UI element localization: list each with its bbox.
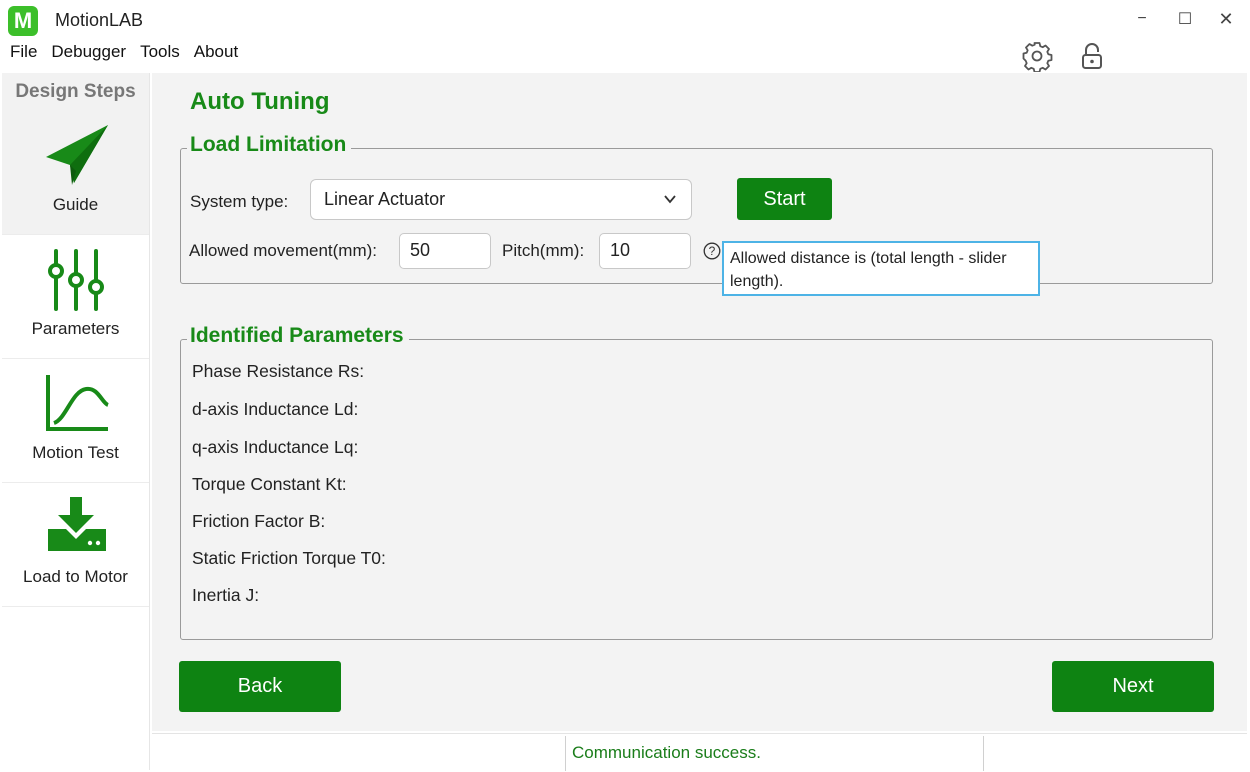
curve-chart-icon [44, 371, 110, 437]
sidebar-item-label: Motion Test [32, 443, 119, 462]
next-button[interactable]: Next [1052, 661, 1214, 712]
app-title: MotionLAB [55, 10, 144, 30]
pitch-label: Pitch(mm): [502, 241, 585, 260]
param-q-axis-inductance: q-axis Inductance Lq: [192, 437, 359, 457]
status-divider [983, 736, 984, 771]
design-steps-sidebar: Design Steps Guide Parameters Motion Tes… [2, 73, 150, 770]
sidebar-item-guide[interactable]: Guide [2, 111, 149, 235]
identified-parameters-group: Identified Parameters Phase Resistance R… [180, 324, 1213, 640]
allowed-distance-tooltip: Allowed distance is (total length - slid… [722, 241, 1040, 296]
system-type-value: Linear Actuator [324, 189, 446, 209]
menu-bar: File Debugger Tools About [0, 38, 243, 66]
minimize-button[interactable]: − [1127, 8, 1157, 30]
main-panel: Auto Tuning Load Limitation System type:… [152, 73, 1247, 731]
param-torque-constant: Torque Constant Kt: [192, 474, 347, 494]
allowed-movement-input[interactable]: 50 [399, 233, 491, 269]
menu-about[interactable]: About [185, 38, 243, 66]
svg-text:?: ? [709, 244, 716, 258]
param-d-axis-inductance: d-axis Inductance Ld: [192, 399, 359, 419]
back-button[interactable]: Back [179, 661, 341, 712]
sidebar-item-label: Load to Motor [23, 567, 128, 586]
sidebar-item-parameters[interactable]: Parameters [2, 235, 149, 359]
app-logo: M [8, 6, 38, 36]
group-title: Identified Parameters [187, 324, 409, 348]
sidebar-item-label: Guide [52, 195, 99, 214]
status-divider [565, 736, 566, 771]
maximize-button[interactable]: ☐ [1170, 8, 1200, 30]
group-title: Load Limitation [187, 133, 352, 157]
sidebar-item-label: Parameters [31, 319, 120, 338]
pitch-input[interactable]: 10 [599, 233, 691, 269]
menu-file[interactable]: File [0, 38, 42, 66]
paper-plane-icon [44, 123, 110, 189]
start-button[interactable]: Start [737, 178, 832, 220]
status-message: Communication success. [572, 743, 761, 762]
sliders-icon [44, 247, 110, 313]
sidebar-item-load-to-motor[interactable]: Load to Motor [2, 483, 149, 607]
system-type-select[interactable]: Linear Actuator [310, 179, 692, 220]
title-bar: M MotionLAB − ☐ ✕ [0, 0, 1250, 38]
page-title: Auto Tuning [190, 88, 330, 115]
settings-icon[interactable] [1021, 40, 1053, 73]
param-static-friction-torque: Static Friction Torque T0: [192, 548, 386, 568]
close-button[interactable]: ✕ [1211, 8, 1241, 30]
system-type-label: System type: [190, 192, 289, 211]
menu-debugger[interactable]: Debugger [42, 38, 131, 66]
menu-tools[interactable]: Tools [131, 38, 185, 66]
load-limitation-group: Load Limitation System type: Linear Actu… [180, 133, 1213, 296]
sidebar-header: Design Steps [2, 73, 149, 111]
sidebar-item-motion-test[interactable]: Motion Test [2, 359, 149, 483]
lock-icon[interactable] [1076, 40, 1108, 72]
allowed-movement-label: Allowed movement(mm): [189, 241, 377, 260]
chevron-down-icon [664, 195, 676, 204]
param-inertia: Inertia J: [192, 585, 260, 605]
help-icon[interactable]: ? [703, 242, 721, 260]
param-friction-factor: Friction Factor B: [192, 511, 326, 531]
status-bar: Communication success. [152, 733, 1247, 771]
param-phase-resistance: Phase Resistance Rs: [192, 361, 365, 381]
download-to-drive-icon [44, 495, 110, 561]
